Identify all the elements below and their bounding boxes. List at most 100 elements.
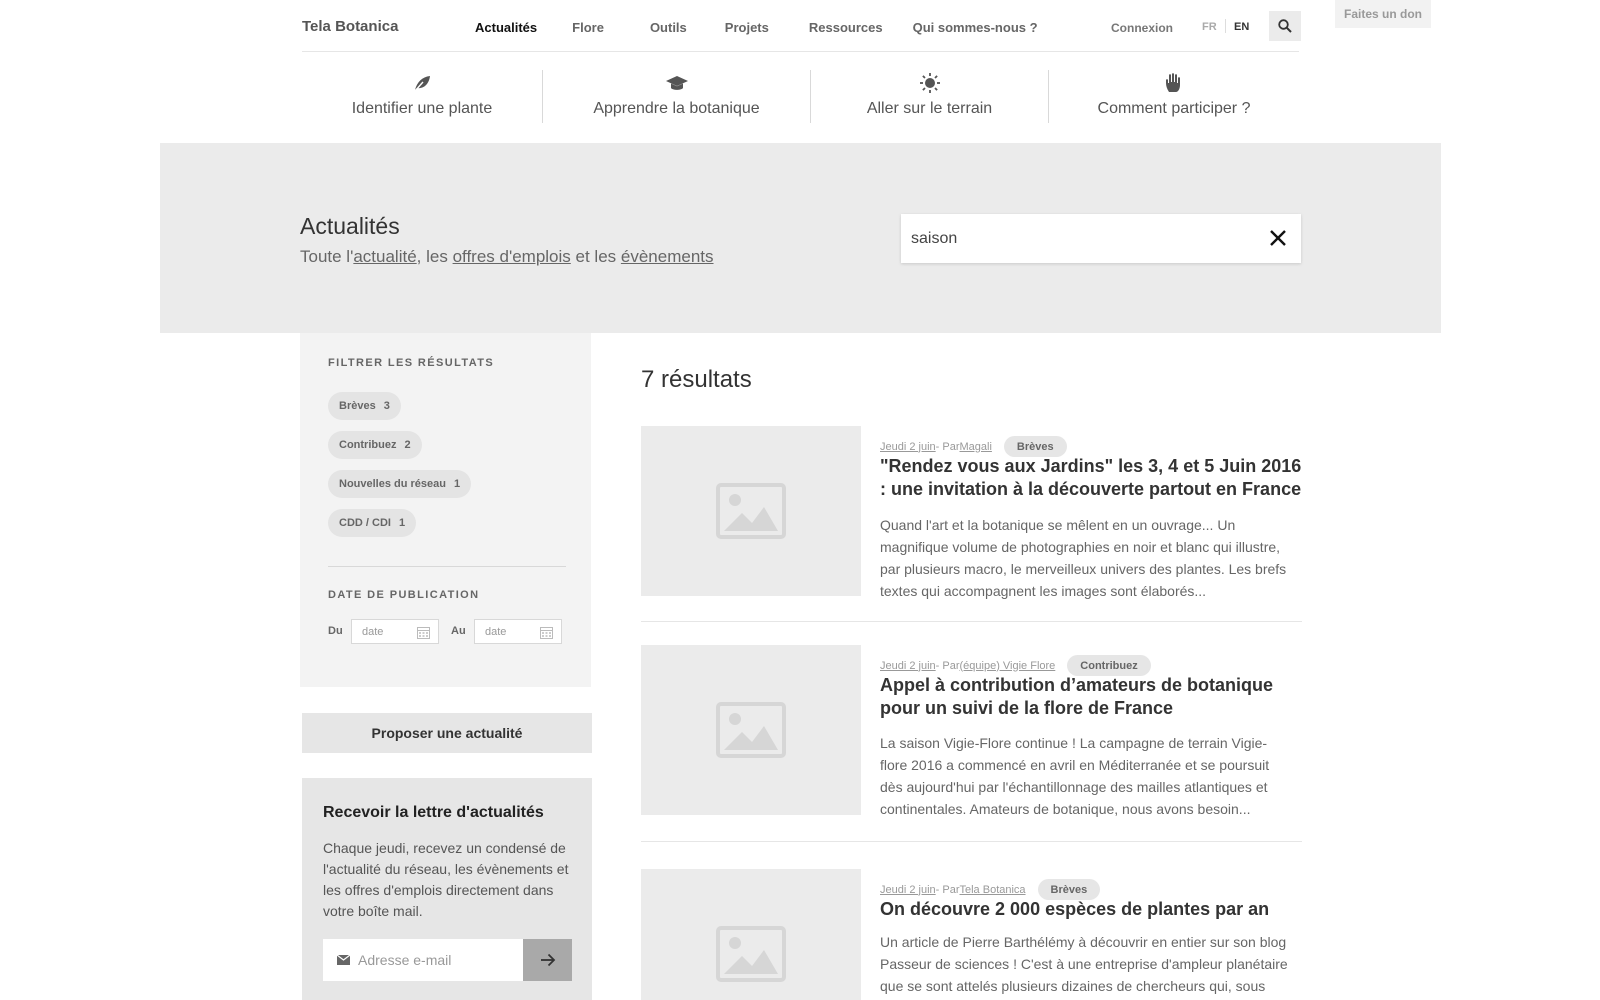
date-filter-title: DATE DE PUBLICATION	[328, 589, 480, 601]
newsletter-email-field[interactable]: Adresse e-mail	[323, 939, 523, 981]
article-date-link[interactable]: Jeudi 2 juin	[880, 884, 936, 896]
newsletter-box: Recevoir la lettre d'actualités Chaque j…	[302, 778, 592, 1000]
image-placeholder-icon	[716, 702, 786, 758]
filter-chip-contribuez[interactable]: Contribuez 2	[328, 431, 422, 459]
date-from-input[interactable]: date	[351, 619, 439, 644]
menu-item-outils[interactable]: Outils	[650, 20, 687, 35]
subnav-identifier-plante[interactable]: Identifier une plante	[302, 62, 542, 124]
sun-icon	[919, 72, 941, 94]
date-from-label: Du	[328, 625, 343, 637]
filter-chip-cdd-cdi[interactable]: CDD / CDI 1	[328, 509, 417, 537]
article-excerpt: Un article de Pierre Barthélémy à découv…	[880, 934, 1288, 994]
article-excerpt: La saison Vigie-Flore continue ! La camp…	[880, 735, 1270, 817]
filter-chip-nouvelles-reseau[interactable]: Nouvelles du réseau 1	[328, 470, 472, 498]
category-badge[interactable]: Brèves	[1003, 436, 1067, 457]
menu-item-flore[interactable]: Flore	[572, 20, 604, 35]
image-placeholder-icon	[716, 926, 786, 982]
calendar-icon	[417, 627, 430, 639]
page-subtitle: Toute l'actualité, les offres d'emplois …	[300, 247, 714, 267]
offres-emplois-link[interactable]: offres d'emplois	[453, 247, 571, 266]
search-box	[901, 214, 1301, 263]
subnav-comment-participer[interactable]: Comment participer ?	[1049, 62, 1299, 124]
article-thumbnail[interactable]	[641, 645, 861, 815]
search-button[interactable]	[1269, 11, 1301, 41]
hand-icon	[1164, 72, 1184, 94]
image-placeholder-icon	[716, 483, 786, 539]
donate-button[interactable]: Faites un don	[1335, 0, 1431, 28]
leaf-icon	[412, 72, 432, 94]
subnav-label: Comment participer ?	[1097, 100, 1251, 117]
menu-item-actualites[interactable]: Actualités	[475, 20, 537, 35]
article-title[interactable]: Appel à contribution d’amateurs de botan…	[880, 674, 1305, 720]
lang-en-link[interactable]: EN	[1234, 21, 1249, 33]
article-divider	[641, 621, 1302, 622]
results-count: 7 résultats	[641, 366, 752, 393]
evenements-link[interactable]: évènements	[621, 247, 714, 266]
article-date-link[interactable]: Jeudi 2 juin	[880, 441, 936, 453]
article-meta: Jeudi 2 juin - Par Magali Brèves	[880, 436, 1067, 457]
subtitle-text: et les	[570, 247, 621, 266]
brand-logo[interactable]: Tela Botanica	[302, 18, 398, 35]
article-by: - Par	[935, 659, 960, 672]
article-divider	[641, 841, 1302, 842]
chip-label: Contribuez	[339, 439, 397, 451]
chip-count: 1	[398, 517, 406, 529]
article-author-link[interactable]: (équipe) Vigie Flore	[960, 660, 1056, 672]
subnav-label: Apprendre la botanique	[593, 100, 760, 117]
article-thumbnail[interactable]	[641, 869, 861, 1000]
lang-fr-link[interactable]: FR	[1202, 21, 1217, 33]
subtitle-text: , les	[416, 247, 453, 266]
subnav-aller-terrain[interactable]: Aller sur le terrain	[811, 62, 1048, 124]
article-author-link[interactable]: Magali	[960, 441, 992, 453]
date-placeholder: date	[362, 625, 384, 638]
main-menu: Actualités Flore Outils Projets Ressourc…	[475, 20, 1038, 35]
newsletter-title: Recevoir la lettre d'actualités	[323, 804, 544, 821]
filter-chip-breves[interactable]: Brèves 3	[328, 392, 401, 420]
subnav-apprendre-botanique[interactable]: Apprendre la botanique	[543, 62, 810, 124]
clear-search-button[interactable]	[1267, 227, 1289, 249]
article-author-link[interactable]: Tela Botanica	[960, 884, 1026, 896]
menu-item-qui-sommes-nous[interactable]: Qui sommes-nous ?	[913, 20, 1038, 35]
newsletter-submit-button[interactable]	[523, 939, 572, 981]
menu-item-projets[interactable]: Projets	[725, 20, 769, 35]
date-placeholder: date	[485, 625, 507, 638]
subtitle-text: Toute l'	[300, 247, 354, 266]
subnav-label: Aller sur le terrain	[866, 100, 993, 117]
category-badge[interactable]: Contribuez	[1067, 655, 1151, 676]
article-thumbnail[interactable]	[641, 426, 861, 596]
envelope-icon	[337, 955, 350, 965]
chip-label: Brèves	[339, 400, 376, 412]
chip-count: 3	[383, 400, 390, 412]
search-icon	[1278, 19, 1292, 33]
top-navigation: Tela Botanica Actualités Flore Outils Pr…	[302, 0, 1301, 52]
propose-actualite-button[interactable]: Proposer une actualité	[302, 713, 592, 753]
lang-separator	[1225, 19, 1226, 33]
newsletter-text: Chaque jeudi, recevez un condensé de l'a…	[323, 840, 569, 919]
article-title[interactable]: "Rendez vous aux Jardins" les 3, 4 et 5 …	[880, 455, 1305, 501]
graduation-cap-icon	[665, 72, 689, 94]
article-meta: Jeudi 2 juin - Par (équipe) Vigie Flore C…	[880, 655, 1151, 676]
page-title: Actualités	[300, 213, 400, 239]
filter-panel: FILTRER LES RÉSULTATS Brèves 3 Contribuez…	[300, 333, 591, 687]
menu-item-ressources[interactable]: Ressources	[809, 20, 883, 35]
connexion-link[interactable]: Connexion	[1111, 21, 1173, 35]
arrow-right-icon	[540, 953, 555, 967]
chip-label: Nouvelles du réseau	[339, 478, 446, 490]
hero-banner: Actualités Toute l'actualité, les offres…	[160, 143, 1441, 333]
article-title[interactable]: On découvre 2 000 espèces de plantes par…	[880, 898, 1305, 921]
filter-title: FILTRER LES RÉSULTATS	[328, 357, 495, 369]
article-by: - Par	[935, 440, 960, 453]
sub-navigation: Identifier une plante Apprendre la botan…	[302, 62, 1299, 124]
article-date-link[interactable]: Jeudi 2 juin	[880, 660, 936, 672]
date-to-input[interactable]: date	[474, 619, 562, 644]
actualite-link[interactable]: actualité	[353, 247, 416, 266]
category-badge[interactable]: Brèves	[1037, 879, 1101, 900]
newsletter-placeholder: Adresse e-mail	[358, 952, 452, 968]
search-input[interactable]	[911, 214, 1251, 263]
filter-divider	[328, 566, 566, 567]
article-meta: Jeudi 2 juin - Par Tela Botanica Brèves	[880, 879, 1101, 900]
date-to-label: Au	[451, 625, 466, 637]
close-icon	[1270, 230, 1286, 246]
article-by: - Par	[935, 883, 960, 896]
subnav-label: Identifier une plante	[351, 100, 493, 117]
